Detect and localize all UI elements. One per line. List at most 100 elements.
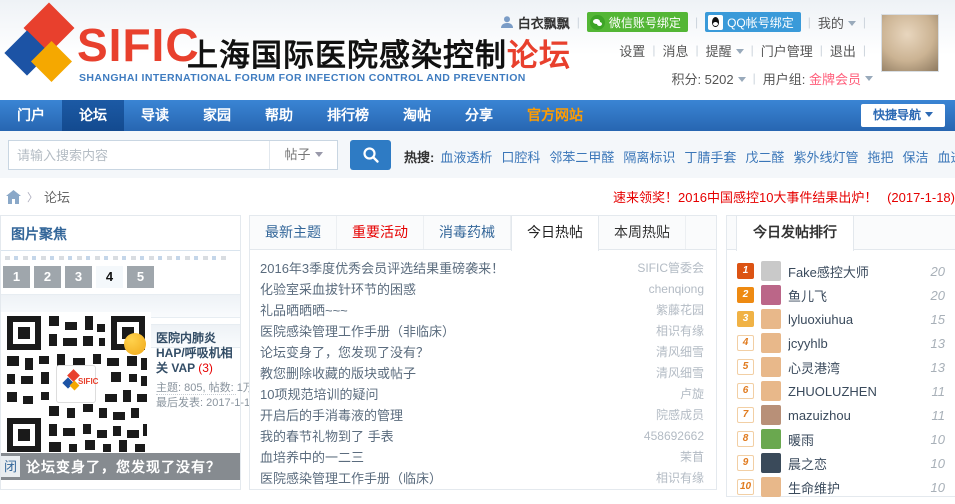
nav-item[interactable]: 淘帖 [386,100,448,131]
quick-nav-button[interactable]: 快捷导航 [861,104,945,127]
hot-search-link[interactable]: 保洁 [902,150,928,165]
ranking-user-link[interactable]: 晨之恋 [788,454,827,473]
avatar[interactable] [761,285,781,305]
hot-search-link[interactable]: 紫外线灯管 [793,150,858,165]
search-type-select[interactable]: 帖子 [269,141,337,169]
ranking-user-link[interactable]: 暖雨 [788,430,814,449]
thread-tab[interactable]: 消毒药械 [424,216,511,249]
carousel-page-button[interactable]: 4 [96,266,123,288]
thread-title-link[interactable]: 10项规范培训的疑问 [260,384,670,403]
hot-search-link[interactable]: 戊二醛 [745,150,784,165]
avatar[interactable] [761,333,781,353]
site-logo[interactable]: SIFIC 上海国际医院感染控制论坛 SHANGHAI INTERNATIONA… [4,4,524,96]
ranking-user-link[interactable]: 心灵港湾 [788,358,840,377]
thread-title-link[interactable]: 医院感染管理工作手册（非临床） [260,321,646,340]
nav-item[interactable]: 分享 [448,100,510,131]
nav-item[interactable]: 排行榜 [310,100,386,131]
nav-item[interactable]: 帮助 [248,100,310,131]
hot-search-link[interactable]: 邻苯二甲醛 [549,150,614,165]
avatar[interactable] [761,405,781,425]
search-button[interactable] [350,140,391,170]
nav-item[interactable]: 官方网站 [510,100,600,131]
thread-author-link[interactable]: chenqiong [649,282,704,296]
user-menu-link[interactable]: 退出 [830,41,856,60]
hot-search-link[interactable]: 丁腈手套 [684,150,736,165]
thread-row: 教您删除收藏的版块或帖子 清风细雪 [250,362,716,383]
ranking-tab[interactable]: 今日发帖排行 [736,216,854,251]
qq-bind-button[interactable]: QQ帐号绑定 [705,12,801,32]
user-menu-link[interactable]: 门户管理 [761,41,813,60]
thread-title-link[interactable]: 我的春节礼物到了 手表 [260,426,634,445]
thread-author-link[interactable]: 清风细雪 [656,343,704,360]
ranking-user-link[interactable]: 鱼儿飞 [788,286,827,305]
thread-row: 论坛变身了，您发现了没有？ 清风细雪 [250,341,716,362]
ranking-user-link[interactable]: lyluoxiuhua [788,312,853,327]
thread-tab[interactable]: 本周热贴 [599,216,686,249]
avatar[interactable] [761,477,781,497]
ranking-user-link[interactable]: mazuizhou [788,408,851,423]
carousel-page-button[interactable]: 1 [3,266,30,288]
thread-author-link[interactable]: 紫藤花园 [656,301,704,318]
thread-tab[interactable]: 重要活动 [337,216,424,249]
site-header: SIFIC 上海国际医院感染控制论坛 SHANGHAI INTERNATIONA… [0,0,955,100]
carousel-page-button[interactable]: 5 [127,266,154,288]
thread-author-link[interactable]: SIFIC管委会 [637,259,704,276]
thread-title-link[interactable]: 2016年3季度优秀会员评选结果重磅袭来！ [260,258,627,277]
threads-panel: 最新主题 重要活动 消毒药械 今日热帖 本周热贴 2016年3季度优秀会员评选结… [249,215,717,490]
hot-search-link[interactable]: 血透 [937,150,955,165]
thread-author-link[interactable]: 相识有缘 [656,469,704,486]
user-menu-link[interactable]: 消息 [662,41,688,60]
thread-author-link[interactable]: 清风细雪 [656,364,704,381]
thread-title-link[interactable]: 化验室采血拔针环节的困惑 [260,279,639,298]
thread-author-link[interactable]: 458692662 [644,429,704,443]
username-link[interactable]: 白衣飘飘 [518,13,570,32]
thread-author-link[interactable]: 相识有缘 [656,322,704,339]
thread-author-link[interactable]: 卢旋 [680,385,704,402]
avatar[interactable] [761,309,781,329]
hot-search-link[interactable]: 拖把 [867,150,893,165]
ranking-user-link[interactable]: ZHUOLUZHEN [788,384,877,399]
user-group-value[interactable]: 金牌会员 [809,69,861,88]
ranking-user-link[interactable]: Fake感控大师 [788,262,869,281]
home-icon[interactable] [6,190,21,204]
user-menu-link[interactable]: 设置 [619,41,645,60]
carousel-page-button[interactable]: 3 [65,266,92,288]
nav-item[interactable]: 门户 [0,100,62,131]
nav-item[interactable]: 家园 [186,100,248,131]
avatar[interactable] [881,14,939,72]
notice-close-button[interactable]: 闭 [1,456,20,477]
thread-author-link[interactable]: 院感成员 [656,406,704,423]
carousel-page-button[interactable]: 2 [34,266,61,288]
forum-link[interactable]: 医院内肺炎HAP/呼吸机相关 VAP (3) [156,331,240,376]
avatar[interactable] [761,429,781,449]
thread-title-link[interactable]: 论坛变身了，您发现了没有？ [260,342,646,361]
breadcrumb-current[interactable]: 论坛 [44,187,70,206]
nav-item[interactable]: 导读 [124,100,186,131]
thread-title-link[interactable]: 血培养中的一二三 [260,447,670,466]
thread-tab[interactable]: 最新主题 [250,216,337,249]
credits-dropdown[interactable]: 积分: 5202 [671,69,745,88]
search-input[interactable] [9,142,269,168]
thread-title-link[interactable]: 礼品晒晒晒~~~ [260,300,646,319]
hot-search-link[interactable]: 血液透析 [440,150,492,165]
thread-title-link[interactable]: 医院感染管理工作手册（临床） [260,468,646,487]
avatar[interactable] [761,453,781,473]
thread-author-link[interactable]: 茉苜 [680,448,704,465]
avatar[interactable] [761,261,781,281]
thread-tab[interactable]: 今日热帖 [511,216,599,251]
avatar[interactable] [761,357,781,377]
announcement-link[interactable]: 速来领奖！2016中国感控10大事件结果出炉！ [613,190,877,205]
hot-search-link[interactable]: 隔离标识 [623,150,675,165]
nav-item[interactable]: 论坛 [62,100,124,131]
picture-focus-panel: 图片聚焦 1 2 3 4 5 [0,215,241,490]
ranking-user-link[interactable]: 生命维护 [788,478,840,497]
my-menu[interactable]: 我的 [818,13,856,32]
notice-text-link[interactable]: 论坛变身了，您发现了没有？ [26,457,221,477]
hot-search-link[interactable]: 口腔科 [501,150,540,165]
wechat-bind-button[interactable]: 微信账号绑定 [587,12,688,32]
user-menu-link[interactable]: 提醒 [706,41,744,60]
avatar[interactable] [761,381,781,401]
thread-title-link[interactable]: 开启后的手消毒液的管理 [260,405,646,424]
ranking-user-link[interactable]: jcyyhlb [788,336,828,351]
thread-title-link[interactable]: 教您删除收藏的版块或帖子 [260,363,646,382]
